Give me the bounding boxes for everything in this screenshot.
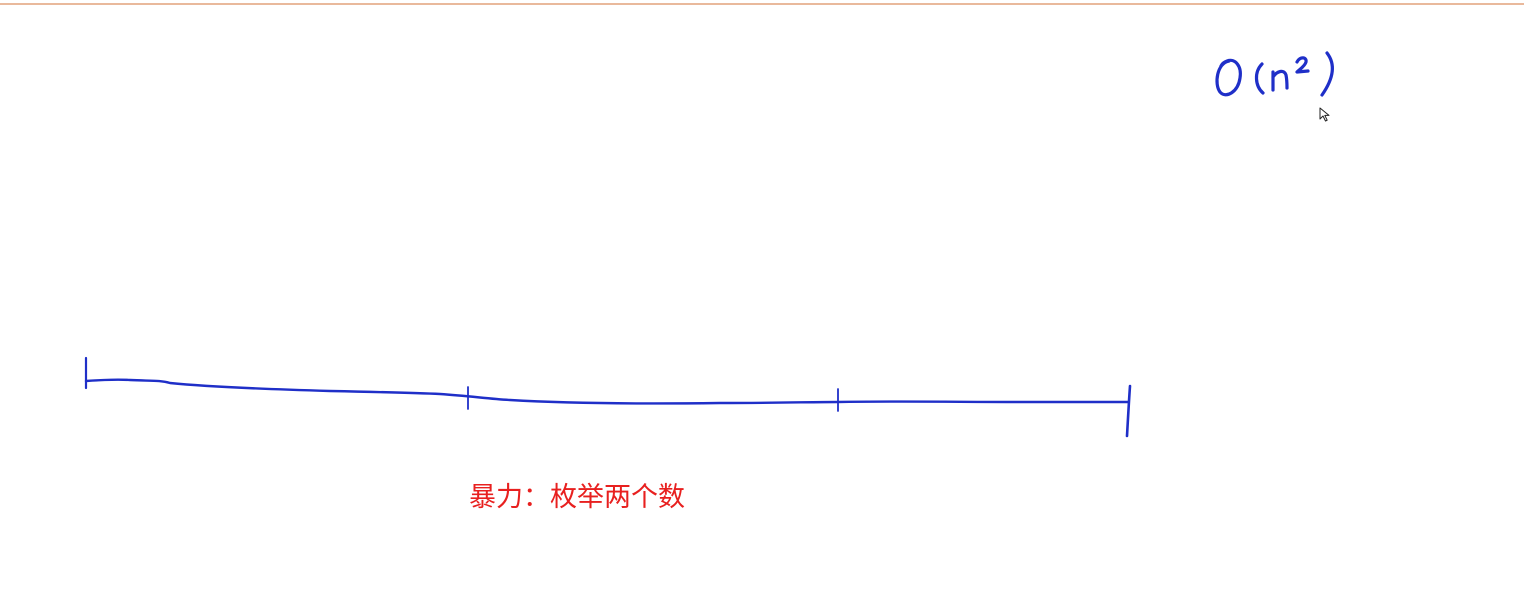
complexity-annotation — [1215, 51, 1334, 97]
number-line-axis — [84, 378, 1130, 405]
mouse-pointer-icon — [1319, 107, 1330, 122]
whiteboard-canvas: 暴力：枚举两个数 — [0, 0, 1524, 590]
caption-text: 暴力：枚举两个数 — [469, 482, 685, 513]
handwriting-layer — [84, 51, 1334, 438]
number-line-end-tick — [1125, 384, 1132, 438]
number-line — [84, 356, 1132, 438]
